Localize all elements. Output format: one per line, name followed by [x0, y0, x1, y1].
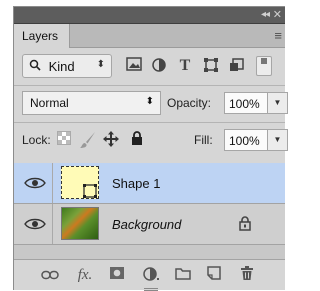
search-icon: [29, 59, 45, 74]
visibility-divider: [52, 204, 53, 244]
lock-all-icon[interactable]: [128, 131, 146, 149]
panel-menu-icon[interactable]: ≡: [274, 28, 282, 43]
add-mask-icon[interactable]: [107, 266, 127, 284]
smart-object-filter-icon[interactable]: [228, 57, 246, 75]
tab-layers[interactable]: Layers: [14, 24, 70, 48]
shape-thumbnail[interactable]: [61, 166, 99, 199]
lock-icon: [239, 216, 253, 231]
collapse-panel-icon[interactable]: ◂◂: [261, 9, 270, 20]
opacity-input[interactable]: 100%: [224, 92, 268, 114]
blend-row: Normal ⬍ Opacity: 100% ▼: [22, 91, 288, 117]
panel-footer: fx.: [14, 259, 285, 291]
layer-name[interactable]: Background: [112, 217, 181, 232]
layers-panel: ◂◂ ✕ Layers ≡ Kind ⬍ T Normal ⬍ Opacity:…: [13, 6, 288, 291]
close-panel-icon[interactable]: ✕: [273, 8, 282, 21]
eye-icon[interactable]: [24, 175, 46, 191]
opacity-dropdown-icon[interactable]: ▼: [268, 92, 288, 114]
lock-image-pixels-icon[interactable]: [79, 131, 97, 149]
shape-filter-icon[interactable]: [202, 57, 220, 75]
filter-toggle-switch[interactable]: [256, 56, 272, 76]
lock-transparent-pixels-icon[interactable]: [55, 131, 73, 149]
fill-dropdown-icon[interactable]: ▼: [268, 129, 288, 151]
background-thumbnail[interactable]: [61, 207, 99, 240]
opacity-label: Opacity:: [167, 96, 212, 110]
layer-row-shape-1[interactable]: Shape 1: [14, 163, 285, 204]
updown-arrow-icon: ⬍: [145, 96, 154, 107]
link-layers-icon[interactable]: [40, 266, 60, 284]
separator: [14, 85, 285, 86]
visibility-divider: [52, 163, 53, 203]
lock-position-icon[interactable]: [102, 131, 120, 149]
layer-name[interactable]: Shape 1: [112, 176, 160, 191]
delete-layer-icon[interactable]: [237, 266, 257, 284]
new-adjustment-icon[interactable]: [141, 266, 161, 284]
fx-icon[interactable]: fx.: [72, 266, 98, 284]
new-layer-icon[interactable]: [204, 266, 224, 284]
new-group-icon[interactable]: [173, 266, 193, 284]
blend-mode-value: Normal: [30, 96, 69, 110]
filter-kind-select[interactable]: Kind ⬍: [22, 54, 112, 78]
panel-tab-bar: Layers ≡: [14, 24, 285, 48]
layer-list: Shape 1 Background: [14, 163, 285, 259]
panel-top-strip: ◂◂ ✕: [14, 7, 285, 24]
updown-arrow-icon: ⬍: [96, 59, 105, 70]
fill-input[interactable]: 100%: [224, 129, 268, 151]
layer-row-background[interactable]: Background: [14, 204, 285, 245]
filter-kind-label: Kind: [48, 59, 75, 74]
image-filter-icon[interactable]: [125, 57, 143, 75]
type-filter-icon[interactable]: T: [176, 57, 194, 75]
adjustment-filter-icon[interactable]: [150, 57, 168, 75]
blend-mode-select[interactable]: Normal ⬍: [22, 91, 161, 115]
lock-label: Lock:: [22, 133, 51, 147]
eye-icon[interactable]: [24, 216, 46, 232]
lock-row: Lock: Fill: 100% ▼: [22, 128, 288, 154]
fill-label: Fill:: [194, 133, 213, 147]
filter-row: Kind ⬍ T: [22, 54, 278, 80]
separator: [14, 122, 285, 123]
